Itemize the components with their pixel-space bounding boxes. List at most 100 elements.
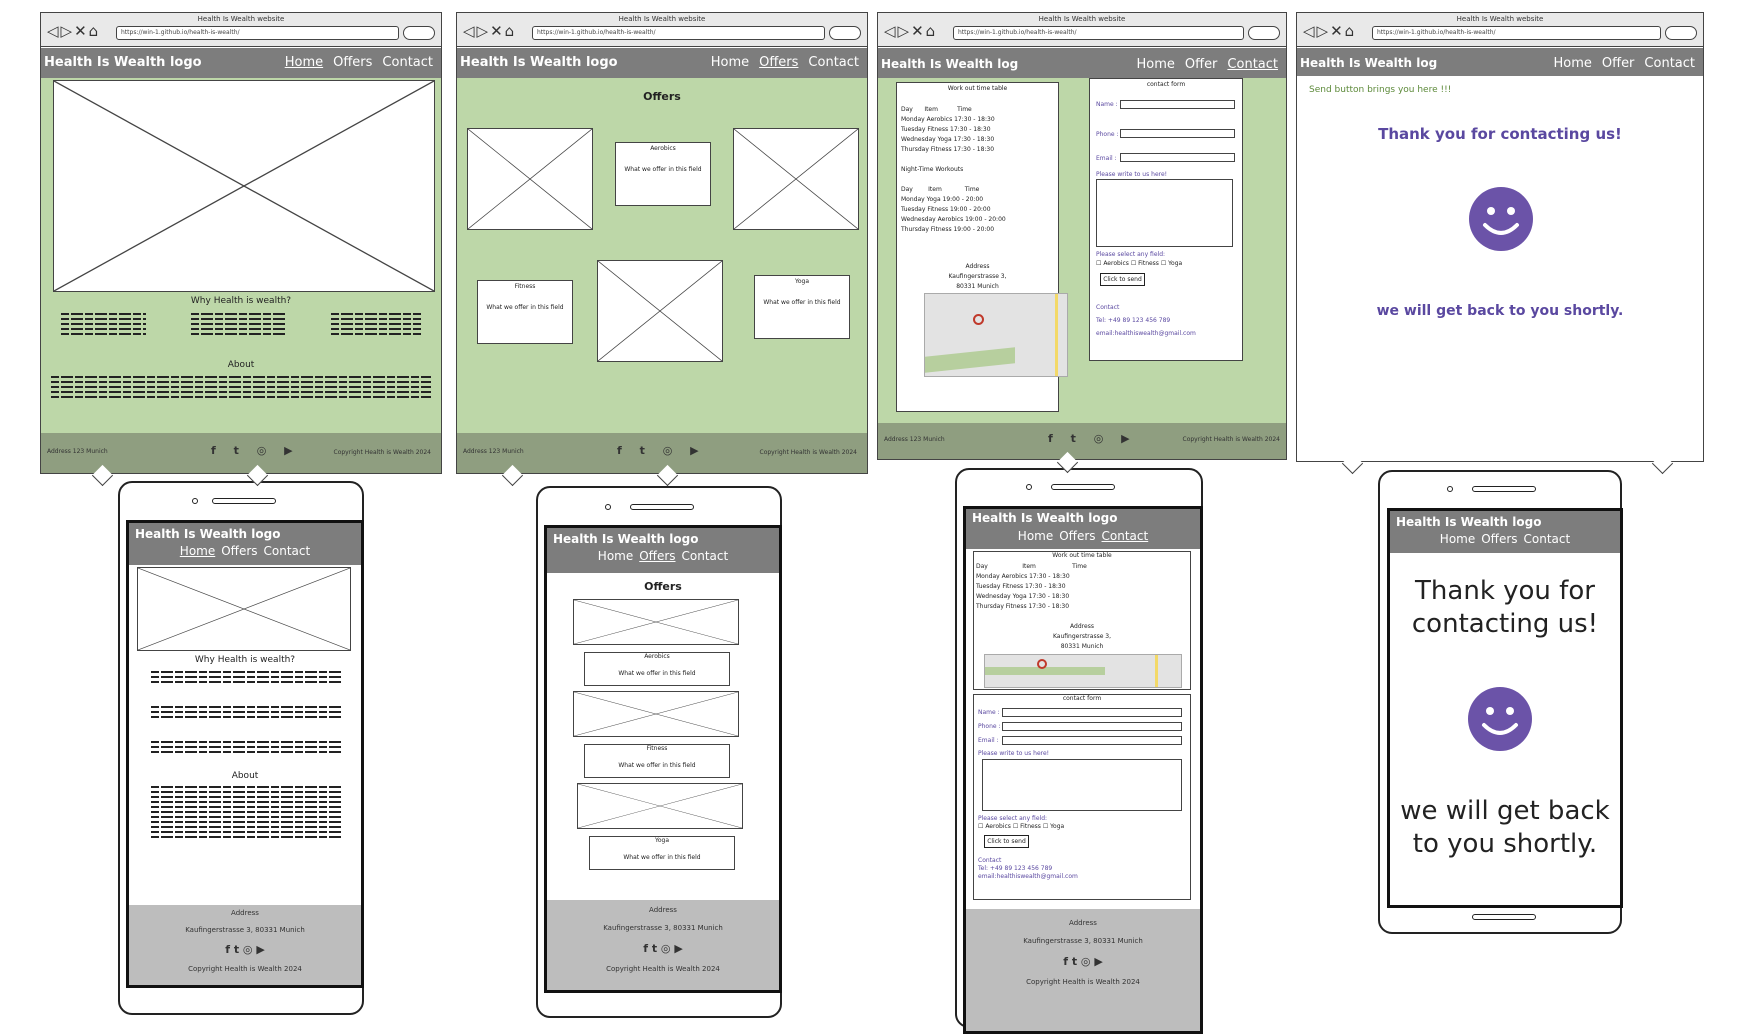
logo[interactable]: Health Is Wealth logo [44, 55, 202, 70]
mobile-nav: Home Offers Contact [129, 544, 361, 558]
phone-field[interactable] [1120, 129, 1235, 138]
nav: Home Offer Contact [1543, 56, 1695, 71]
nav-offers[interactable]: Offers [1059, 529, 1095, 543]
timetable-row: Monday Aerobics 17:30 - 18:30 [976, 573, 1070, 580]
nav-contact[interactable]: Contact [264, 544, 311, 558]
browser-nav-icons[interactable]: ◁▷✕⌂ [1303, 23, 1356, 39]
nav-home[interactable]: Home [1136, 57, 1174, 72]
footer-address: Address 123 Munich [47, 448, 108, 455]
send-button[interactable]: Click to send [1100, 273, 1145, 286]
browser-nav-icons[interactable]: ◁▷✕⌂ [884, 23, 937, 39]
nav-home[interactable]: Home [285, 55, 323, 70]
nav-home[interactable]: Home [598, 549, 633, 563]
social-icons[interactable]: f t ◎ ▶ [617, 444, 706, 457]
nav-offer[interactable]: Offer [1602, 56, 1635, 71]
logo[interactable]: Health Is Wealth logo [966, 509, 1200, 525]
fitness-checkbox[interactable]: ☐ [1013, 823, 1018, 830]
social-icons[interactable]: f t ◎ ▶ [129, 943, 361, 956]
logo[interactable]: Health Is Wealth logo [460, 55, 618, 70]
yoga-checkbox[interactable]: ☐ [1043, 823, 1048, 830]
site-header: Health Is Wealth log Home Offer Contact [1297, 48, 1703, 76]
phone-speaker [630, 504, 694, 510]
address-bar[interactable]: https://win-1.github.io/health-is-wealth… [1372, 26, 1661, 40]
logo[interactable]: Health Is Wealth log [881, 57, 1018, 71]
aerobics-desc: What we offer in this field [618, 670, 696, 677]
search-icon[interactable] [829, 26, 861, 40]
social-icons[interactable]: f t ◎ ▶ [211, 444, 300, 457]
email-field[interactable] [1120, 153, 1235, 162]
nav-contact[interactable]: Contact [1524, 532, 1571, 546]
yoga-desc: What we offer in this field [623, 854, 701, 861]
nav-contact[interactable]: Contact [1644, 56, 1695, 71]
why-col-3 [331, 310, 421, 338]
night-row: Wednesday Aerobics 19:00 - 20:00 [901, 216, 1006, 223]
contact-email[interactable]: email:healthiswealth@gmail.com [1096, 327, 1196, 340]
nav-contact[interactable]: Contact [1227, 57, 1278, 72]
send-button[interactable]: Click to send [984, 835, 1029, 848]
aerobics-checkbox[interactable]: ☐ [1096, 260, 1101, 267]
address-line1: Kaufingerstrasse 3, [948, 273, 1007, 280]
address-bar[interactable]: https://win-1.github.io/health-is-wealth… [953, 26, 1244, 40]
aerobics-checkbox[interactable]: ☐ [978, 823, 983, 830]
why-text-1 [151, 668, 341, 686]
browser-nav-icons[interactable]: ◁▷✕⌂ [463, 23, 516, 39]
fitness-checkbox[interactable]: ☐ [1131, 260, 1136, 267]
message-textarea[interactable] [982, 759, 1182, 811]
nav: Home Offers Contact [275, 55, 433, 70]
address-label: Address [965, 263, 990, 270]
nav-offers[interactable]: Offers [333, 55, 372, 70]
nav-contact[interactable]: Contact [808, 55, 859, 70]
address-block: Address Kaufingerstrasse 3, 80331 Munich [974, 622, 1190, 652]
browser-nav-icons[interactable]: ◁▷✕⌂ [47, 23, 100, 39]
yoga-option-label: Yoga [1050, 823, 1065, 830]
timetable-title: Work out time table [947, 85, 1008, 92]
address-bar[interactable]: https://win-1.github.io/health-is-wealth… [532, 26, 825, 40]
nav-offers[interactable]: Offers [639, 549, 675, 563]
email-field[interactable] [1002, 736, 1182, 745]
address-bar[interactable]: https://win-1.github.io/health-is-wealth… [116, 26, 399, 40]
nav-offers[interactable]: Offers [1481, 532, 1517, 546]
nav-home[interactable]: Home [1440, 532, 1475, 546]
logo[interactable]: Health Is Wealth logo [547, 528, 779, 546]
nav-offers[interactable]: Offers [221, 544, 257, 558]
phone-camera-icon [1026, 484, 1032, 490]
nav-contact[interactable]: Contact [382, 55, 433, 70]
social-icons[interactable]: f t ◎ ▶ [966, 955, 1200, 968]
why-text-2 [151, 703, 341, 721]
search-icon[interactable] [1665, 26, 1697, 40]
social-icons[interactable]: f t ◎ ▶ [1048, 432, 1137, 445]
night-title: Night-Time Workouts [901, 166, 964, 173]
logo[interactable]: Health Is Wealth log [1300, 56, 1437, 70]
window-title: Health Is Wealth website [1038, 15, 1126, 23]
social-icons[interactable]: f t ◎ ▶ [547, 942, 779, 955]
fitness-title: Fitness [646, 745, 668, 752]
nav-home[interactable]: Home [711, 55, 749, 70]
nav-home[interactable]: Home [180, 544, 215, 558]
why-title: Why Health is wealth? [194, 655, 296, 665]
timetable-title: Work out time table [1052, 552, 1112, 559]
site-footer: Address 123 Munich f t ◎ ▶ Copyright Hea… [878, 423, 1286, 459]
search-icon[interactable] [1248, 26, 1280, 40]
logo[interactable]: Health Is Wealth logo [1390, 511, 1620, 529]
nav-offer[interactable]: Offer [1185, 57, 1218, 72]
nav-offers[interactable]: Offers [759, 55, 798, 70]
search-icon[interactable] [403, 26, 435, 40]
name-field[interactable] [1002, 708, 1182, 717]
name-field[interactable] [1120, 100, 1235, 109]
nav-home[interactable]: Home [1553, 56, 1591, 71]
phone-field[interactable] [1002, 722, 1182, 731]
nav-contact[interactable]: Contact [1102, 529, 1149, 543]
timetable-row: Wednesday Yoga 17:30 - 18:30 [976, 593, 1070, 600]
browser-chrome: Health Is Wealth website ◁▷✕⌂ https://wi… [457, 13, 867, 47]
logo[interactable]: Health Is Wealth logo [129, 523, 361, 541]
yoga-checkbox[interactable]: ☐ [1161, 260, 1166, 267]
nav-home[interactable]: Home [1018, 529, 1053, 543]
thanks-line1: Thank you for contacting us! [1411, 576, 1599, 639]
map-pin-icon [973, 314, 984, 325]
contact-email[interactable]: email:healthiswealth@gmail.com [978, 873, 1078, 881]
why-title: Why Health is wealth? [190, 296, 292, 306]
message-textarea[interactable] [1096, 179, 1233, 247]
desktop-contact-wireframe: Health Is Wealth website ◁▷✕⌂ https://wi… [877, 12, 1287, 460]
about-title: About [227, 360, 255, 370]
nav-contact[interactable]: Contact [682, 549, 729, 563]
